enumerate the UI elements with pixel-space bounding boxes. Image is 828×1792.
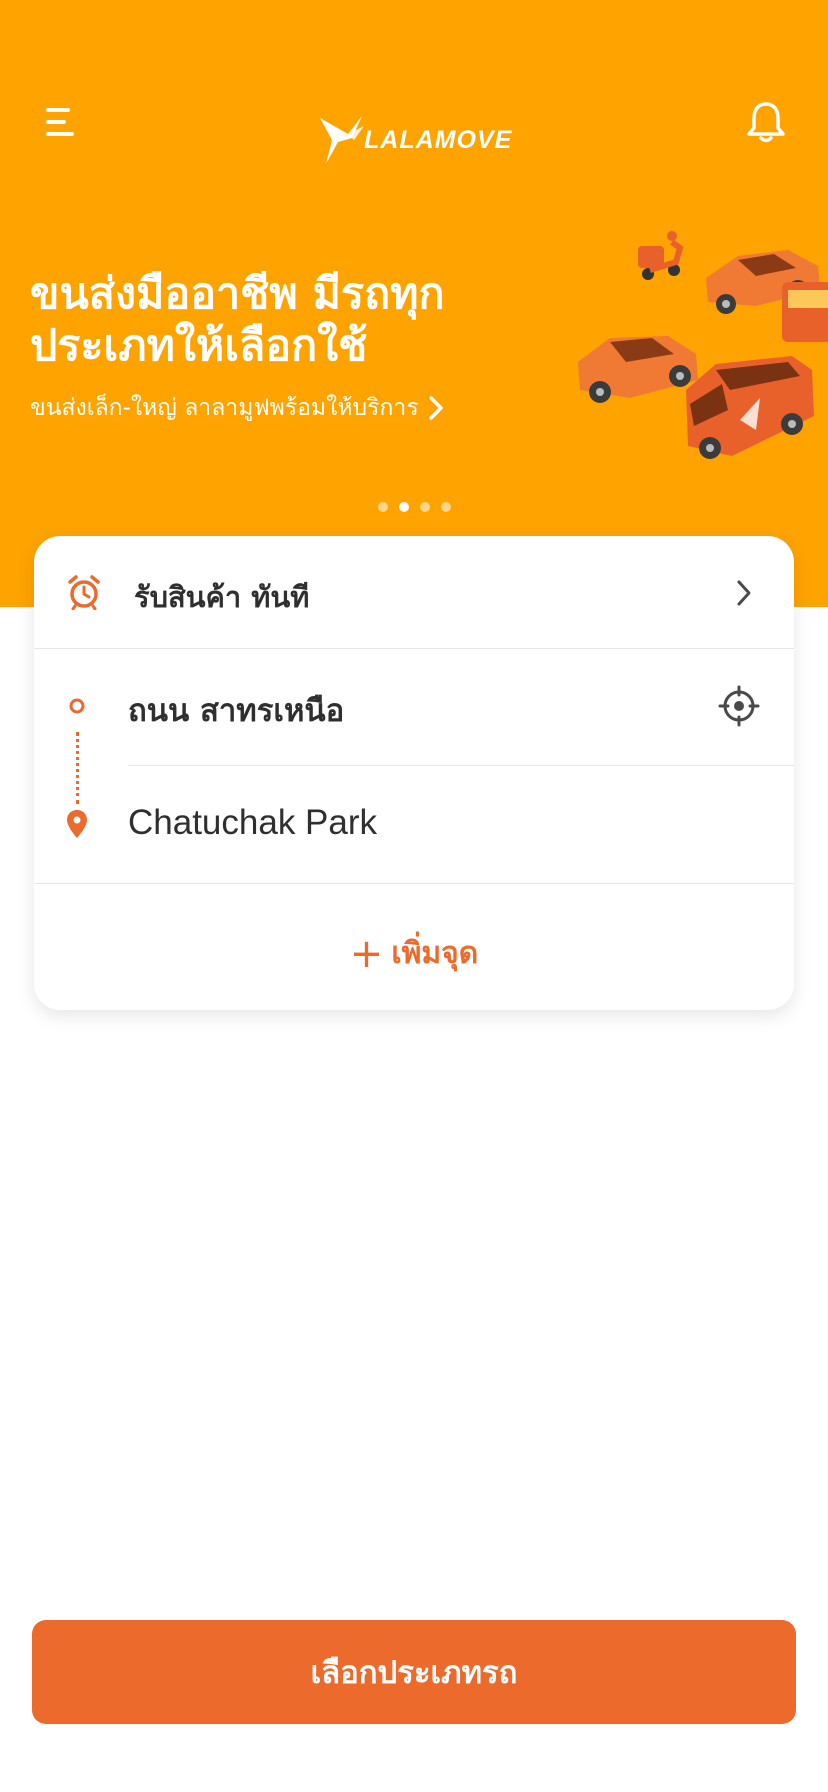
carousel-indicator[interactable] bbox=[378, 502, 451, 512]
pickup-address-text: ถนน สาทรเหนือ bbox=[128, 693, 345, 729]
pickup-dot-icon bbox=[69, 698, 85, 714]
divider bbox=[34, 883, 794, 884]
bell-icon[interactable] bbox=[746, 100, 786, 144]
add-stop-label: เพิ่มจุด bbox=[391, 936, 479, 971]
locate-me-icon[interactable] bbox=[718, 685, 760, 727]
chevron-right-icon bbox=[737, 580, 751, 606]
hero-subtitle-link[interactable]: ขนส่งเล็ก-ใหญ่ ลาลามูฟพร้อมให้บริการ bbox=[30, 390, 445, 426]
plus-icon: + bbox=[349, 931, 384, 977]
chevron-right-icon bbox=[428, 396, 443, 420]
logo-text: LALAMOVE bbox=[364, 126, 513, 154]
divider bbox=[128, 765, 794, 766]
add-stop-button[interactable]: + เพิ่มจุด bbox=[34, 886, 794, 1010]
carousel-dot[interactable] bbox=[378, 502, 388, 512]
carousel-dot-active[interactable] bbox=[399, 502, 409, 512]
select-vehicle-button[interactable]: เลือกประเภทรถ bbox=[32, 1620, 796, 1724]
pickup-time-selector[interactable]: รับสินค้า ทันที bbox=[34, 536, 794, 648]
hero-banner[interactable]: LALAMOVE ขนส่งมืออาชีพ มีรถทุกประเภทให้เ… bbox=[0, 0, 828, 607]
dropoff-address-field[interactable]: Chatuchak Park bbox=[34, 767, 794, 883]
lalamove-logo-icon bbox=[320, 116, 364, 164]
home-screen: LALAMOVE ขนส่งมืออาชีพ มีรถทุกประเภทให้เ… bbox=[0, 0, 828, 1792]
hero-title: ขนส่งมืออาชีพ มีรถทุกประเภทให้เลือกใช้ bbox=[30, 269, 445, 371]
vehicles-illustration bbox=[578, 231, 828, 459]
hero-subtitle: ขนส่งเล็ก-ใหญ่ ลาลามูฟพร้อมให้บริการ bbox=[30, 395, 419, 421]
dropoff-address-text: Chatuchak Park bbox=[128, 803, 378, 842]
carousel-dot[interactable] bbox=[441, 502, 451, 512]
menu-icon[interactable] bbox=[44, 104, 80, 140]
alarm-clock-icon bbox=[68, 575, 100, 610]
carousel-dot[interactable] bbox=[420, 502, 430, 512]
pickup-address-field[interactable]: ถนน สาทรเหนือ bbox=[34, 649, 794, 765]
pickup-time-label: รับสินค้า ทันที bbox=[134, 580, 310, 614]
order-card: รับสินค้า ทันที ถนน สาทรเหนือ Chatuchak … bbox=[34, 536, 794, 1010]
location-pin-icon bbox=[67, 810, 87, 838]
lalamove-logo: LALAMOVE bbox=[318, 112, 513, 170]
